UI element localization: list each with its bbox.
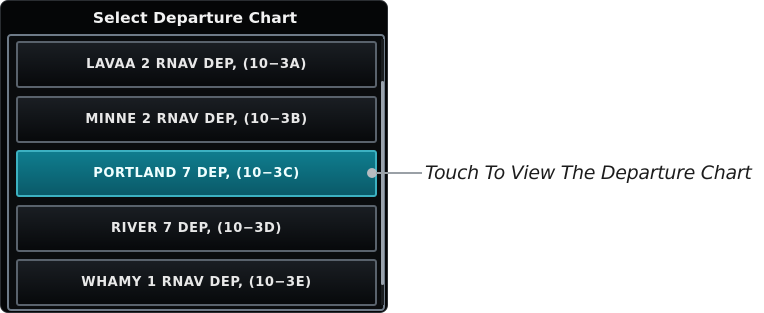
window-title: Select Departure Chart [92,9,298,27]
departure-item-label: LAVAA 2 RNAV DEP, (10−3A) [86,57,307,72]
callout-leader-line [376,172,422,174]
departure-item-label: RIVER 7 DEP, (10−3D) [111,221,282,236]
departure-item-river[interactable]: RIVER 7 DEP, (10−3D) [16,205,377,252]
stage: Select Departure Chart LAVAA 2 RNAV DEP,… [0,0,764,313]
callout-annotation: Touch To View The Departure Chart [425,162,752,184]
departure-item-minne[interactable]: MINNE 2 RNAV DEP, (10−3B) [16,96,377,143]
departure-item-portland[interactable]: PORTLAND 7 DEP, (10−3C) [16,150,377,197]
departure-item-label: PORTLAND 7 DEP, (10−3C) [93,166,300,181]
departure-item-lavaa[interactable]: LAVAA 2 RNAV DEP, (10−3A) [16,41,377,88]
departure-chart-window: Select Departure Chart LAVAA 2 RNAV DEP,… [0,0,388,313]
departure-item-label: WHAMY 1 RNAV DEP, (10−3E) [81,275,312,290]
scrollbar-thumb[interactable] [381,81,384,285]
departure-item-whamy[interactable]: WHAMY 1 RNAV DEP, (10−3E) [16,259,377,306]
departure-item-label: MINNE 2 RNAV DEP, (10−3B) [85,112,308,127]
